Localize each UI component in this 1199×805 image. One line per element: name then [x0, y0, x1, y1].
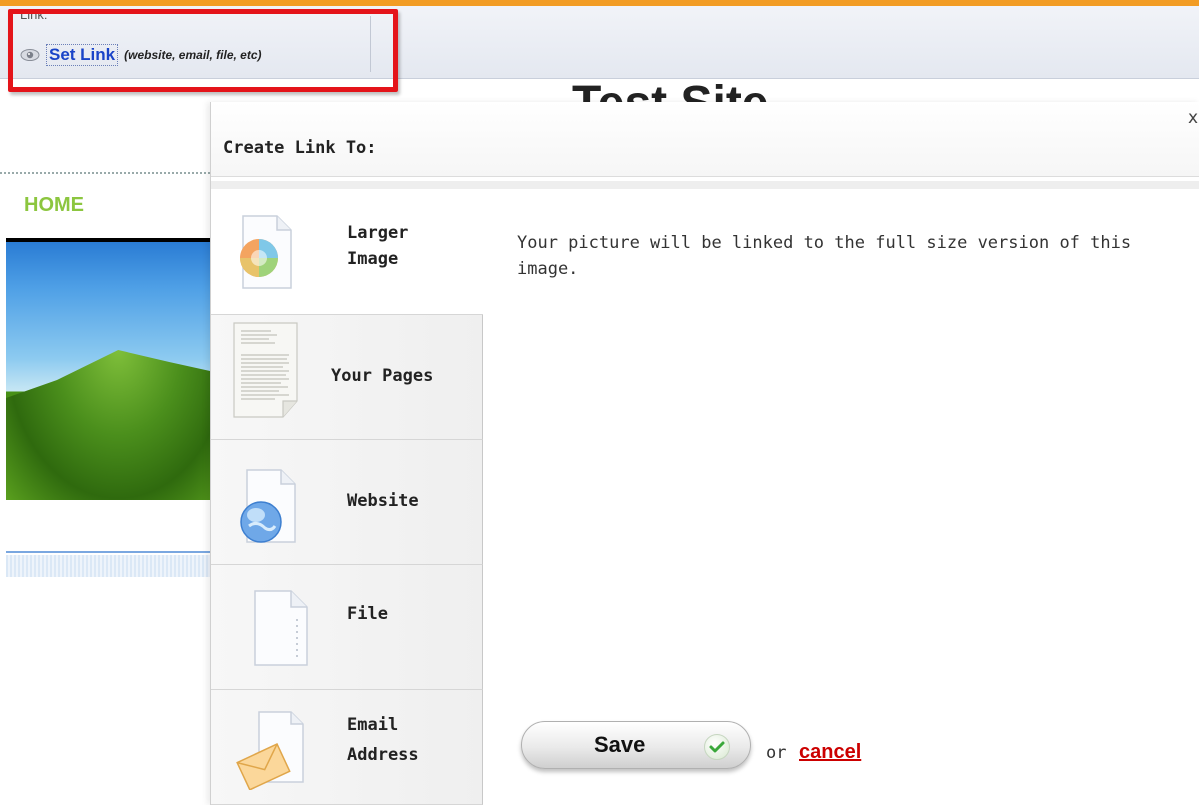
- nav-home-link[interactable]: HOME: [24, 194, 84, 217]
- tab-label: File: [347, 604, 388, 624]
- header-divider: [211, 181, 1199, 189]
- link-description: Your picture will be linked to the full …: [517, 233, 1132, 279]
- site-title: Test Site: [572, 76, 769, 102]
- dialog-header: Create Link To: x: [211, 102, 1199, 177]
- tab-label: Email: [347, 715, 399, 735]
- tab-email-address[interactable]: Email Address: [211, 690, 483, 805]
- nav-divider: [0, 172, 210, 174]
- dialog-title: Create Link To:: [223, 138, 377, 158]
- footer-divider: [6, 551, 210, 553]
- save-button[interactable]: Save: [521, 721, 751, 769]
- tab-label: Website: [347, 491, 419, 511]
- tab-larger-image[interactable]: Larger Image: [211, 190, 483, 315]
- tab-label: Address: [347, 745, 419, 765]
- hero-image: [6, 238, 210, 500]
- checkmark-icon: [704, 734, 730, 760]
- tab-label: Your Pages: [331, 366, 434, 386]
- envelope-icon: [235, 710, 305, 794]
- create-link-dialog: Create Link To: x Larger Image Your Page…: [210, 102, 1199, 805]
- close-icon[interactable]: x: [1188, 108, 1198, 128]
- tab-your-pages[interactable]: Your Pages: [211, 315, 483, 440]
- globe-icon: [235, 468, 297, 550]
- or-text: or: [766, 743, 787, 763]
- file-icon: [249, 589, 311, 673]
- page-icon: [231, 321, 311, 423]
- tab-label: Image: [347, 249, 399, 269]
- cancel-link[interactable]: cancel: [799, 741, 861, 764]
- annotation-highlight-box: [8, 9, 398, 92]
- tab-label: Larger: [347, 223, 409, 243]
- tab-website[interactable]: Website: [211, 440, 483, 565]
- image-icon: [235, 214, 297, 296]
- save-label: Save: [594, 732, 646, 757]
- link-type-tabs: Larger Image Your Pages Website File Ema…: [211, 190, 483, 805]
- footer-pattern: [6, 555, 210, 577]
- tab-file[interactable]: File: [211, 565, 483, 690]
- hero-hill: [6, 350, 210, 500]
